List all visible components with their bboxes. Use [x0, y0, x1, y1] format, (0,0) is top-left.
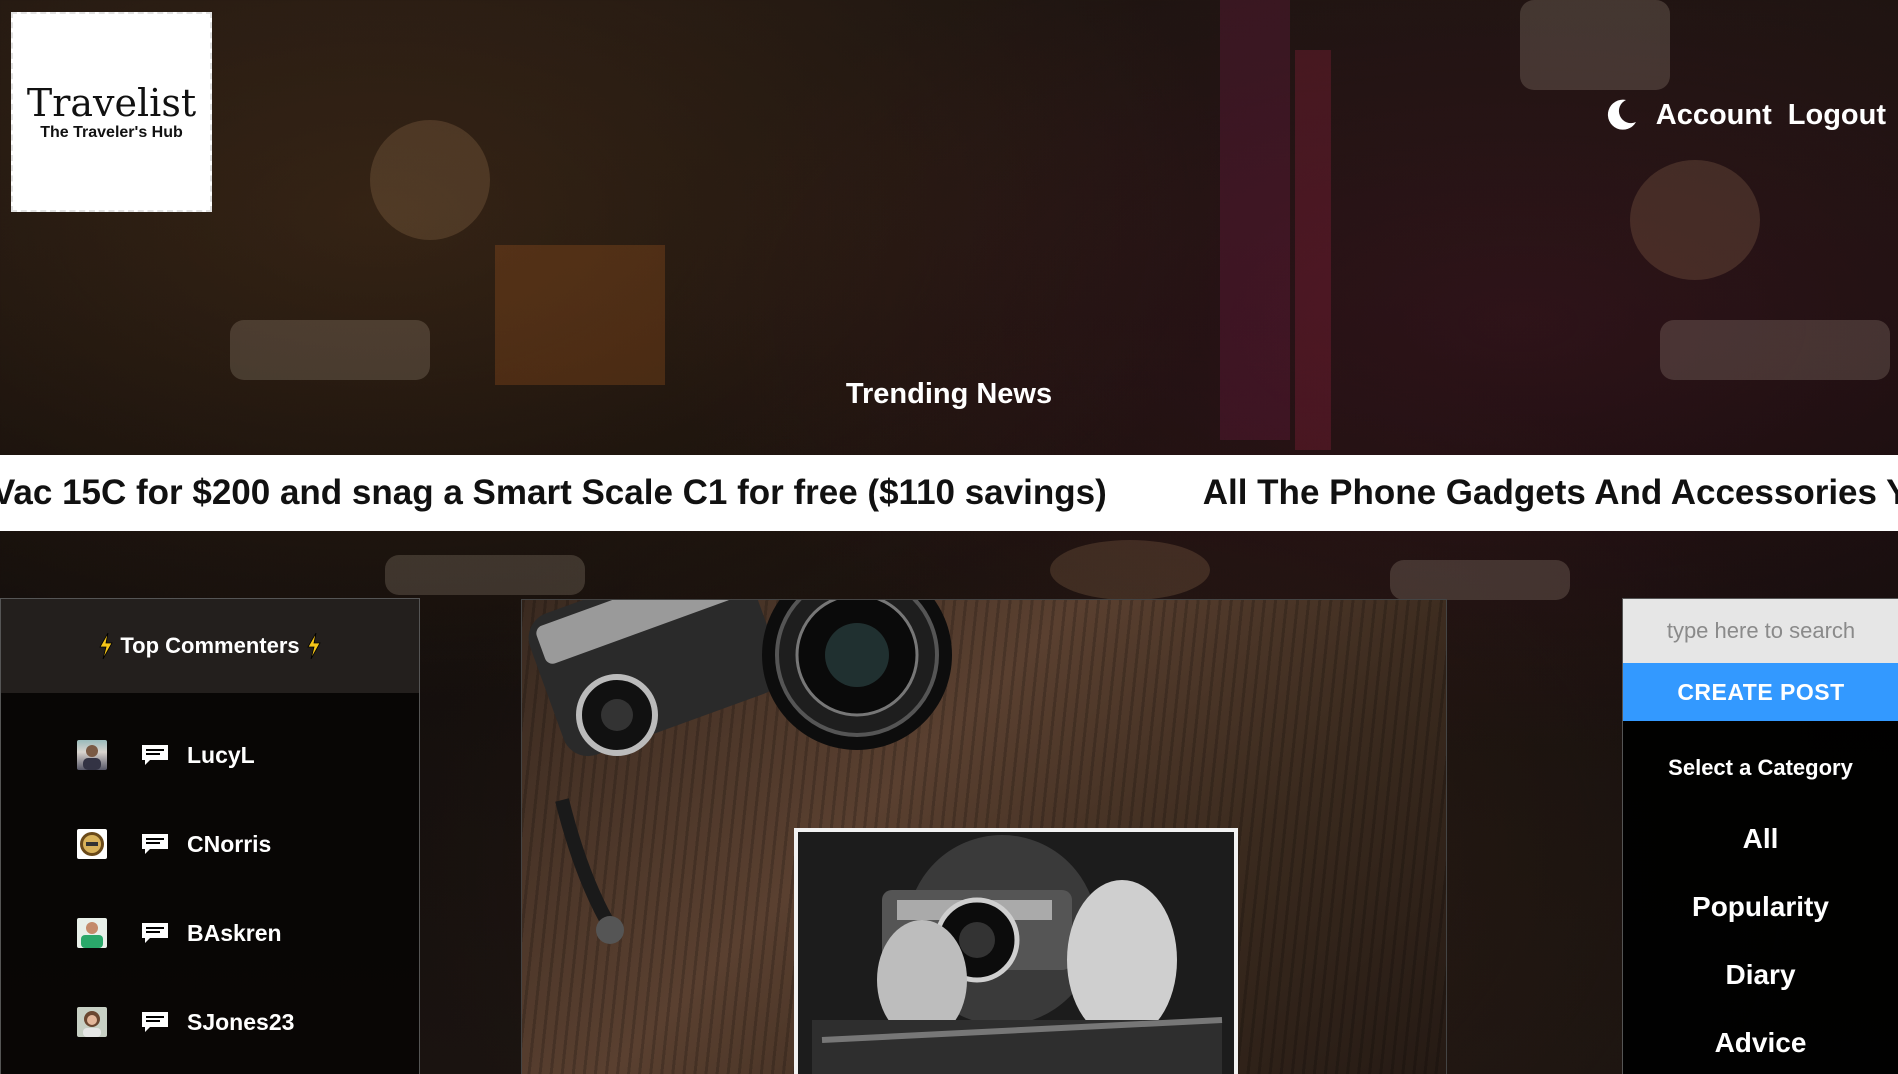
comment-icon	[141, 744, 169, 766]
commenter-row[interactable]: CNorris	[77, 829, 271, 859]
avatar	[77, 918, 107, 948]
commenter-name: CNorris	[187, 830, 272, 857]
comment-icon	[141, 922, 169, 944]
search-input[interactable]	[1623, 599, 1898, 663]
account-link[interactable]: Account	[1656, 99, 1772, 132]
category-heading: Select a Category	[1668, 755, 1853, 780]
top-commenters-title: Top Commenters	[120, 633, 300, 658]
right-sidebar: CREATE POST Select a Category All Popula…	[1622, 598, 1898, 1074]
avatar	[77, 829, 107, 859]
logo-title: Travelist	[26, 81, 197, 125]
comment-icon	[141, 833, 169, 855]
avatar	[77, 740, 107, 770]
lightning-bolt-icon	[98, 632, 114, 660]
news-ticker: Vac 15C for $200 and snag a Smart Scale …	[0, 455, 1898, 531]
trending-news-heading: Trending News	[845, 378, 1053, 410]
commenter-row[interactable]: LucyL	[77, 740, 255, 770]
commenter-row[interactable]: SJones23	[77, 1007, 294, 1037]
create-post-button[interactable]: CREATE POST	[1623, 663, 1898, 721]
commenter-row[interactable]: BAskren	[77, 918, 282, 948]
avatar	[77, 1007, 107, 1037]
top-commenters-panel: Top Commenters LucyL CNorris BAskren SJo…	[0, 598, 420, 1074]
logout-link[interactable]: Logout	[1788, 99, 1886, 132]
ticker-headline[interactable]: Vac 15C for $200 and snag a Smart Scale …	[0, 473, 1107, 513]
category-item-diary[interactable]: Diary	[1623, 941, 1898, 1009]
top-nav: Account Logout	[1602, 96, 1886, 134]
top-commenters-header: Top Commenters	[1, 599, 419, 693]
featured-post-image[interactable]	[521, 599, 1447, 1074]
commenter-name: LucyL	[187, 741, 255, 768]
ticker-headline[interactable]: All The Phone Gadgets And Accessories Y	[1203, 473, 1898, 513]
logo-subtitle: The Traveler's Hub	[40, 124, 183, 141]
commenter-name: BAskren	[187, 919, 282, 946]
site-logo[interactable]: Travelist The Traveler's Hub	[11, 12, 212, 212]
camera-photo-image	[528, 600, 1238, 1074]
moon-icon[interactable]	[1602, 96, 1640, 134]
category-list: All Popularity Diary Advice	[1623, 805, 1898, 1074]
lightning-bolt-icon	[306, 632, 322, 660]
category-item-all[interactable]: All	[1623, 805, 1898, 873]
category-item-advice[interactable]: Advice	[1623, 1009, 1898, 1074]
commenter-name: SJones23	[187, 1008, 295, 1035]
category-item-popularity[interactable]: Popularity	[1623, 873, 1898, 941]
comment-icon	[141, 1011, 169, 1033]
